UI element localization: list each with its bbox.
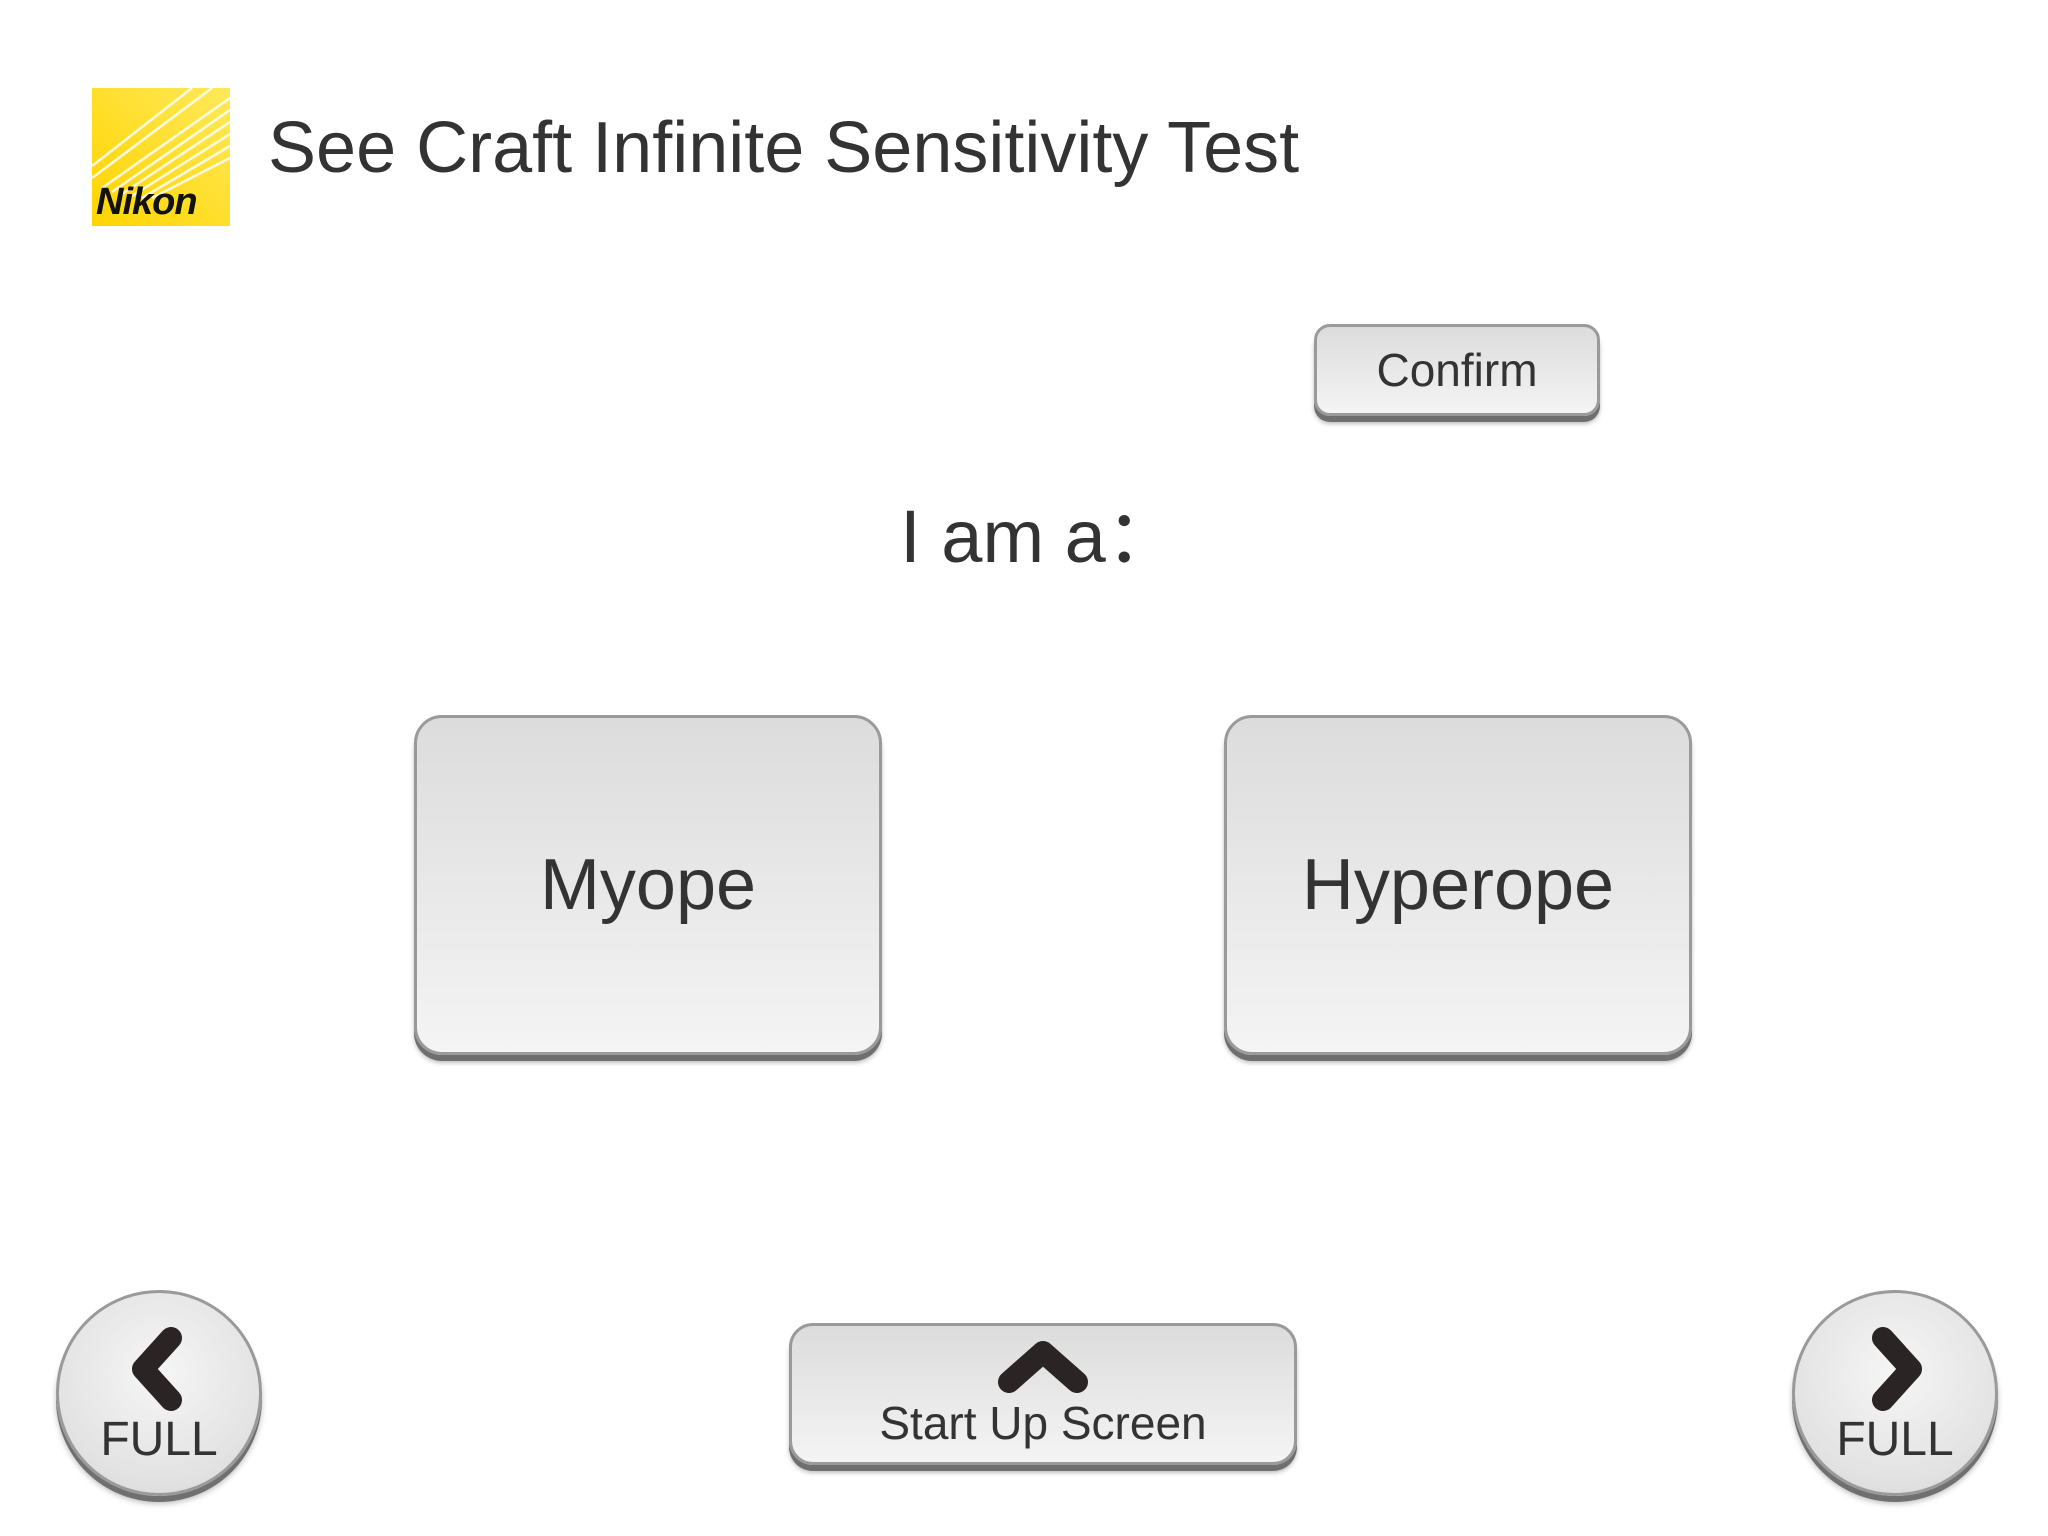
prompt-text: I am a： (900, 495, 1180, 578)
hyperope-button[interactable]: Hyperope (1224, 715, 1692, 1055)
confirm-button[interactable]: Confirm (1314, 324, 1600, 416)
myope-button[interactable]: Myope (414, 715, 882, 1055)
page-title: See Craft Infinite Sensitivity Test (268, 108, 1300, 188)
next-full-label: FULL (1836, 1413, 1954, 1466)
start-up-screen-label: Start Up Screen (879, 1397, 1207, 1449)
chevron-up-icon (995, 1334, 1091, 1396)
nikon-logo: Nikon (92, 88, 230, 226)
next-full-button[interactable]: FULL (1792, 1290, 1998, 1496)
back-full-label: FULL (100, 1413, 218, 1466)
chevron-right-icon (1865, 1326, 1925, 1412)
back-full-button[interactable]: FULL (56, 1290, 262, 1496)
logo-text: Nikon (96, 181, 198, 223)
start-up-screen-button[interactable]: Start Up Screen (789, 1323, 1297, 1465)
chevron-left-icon (129, 1326, 189, 1412)
